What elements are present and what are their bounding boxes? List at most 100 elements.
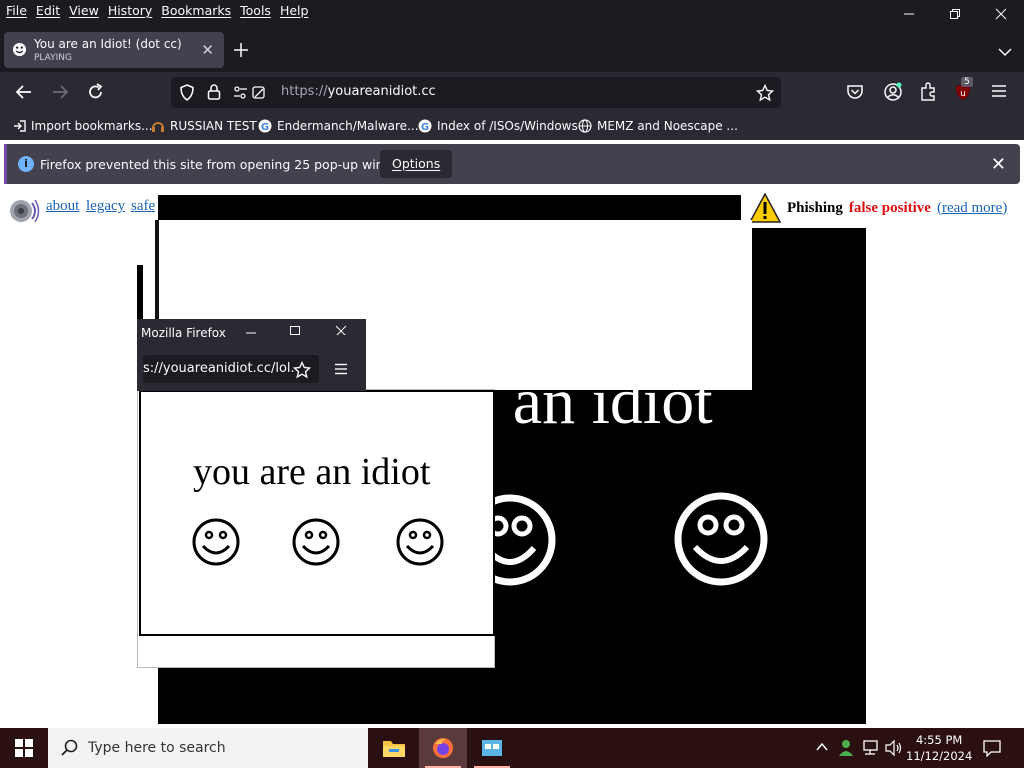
tab-active[interactable]: You are an Idiot! (dot cc) PLAYING ✕ [4, 32, 224, 68]
url-text[interactable]: https://youareanidiot.cc [281, 84, 436, 99]
arrow-left-icon [15, 85, 31, 99]
minimize-icon [904, 13, 914, 15]
bookmark-memz[interactable]: MEMZ and Noescape ... [578, 119, 738, 133]
menu-edit[interactable]: Edit [36, 3, 60, 18]
read-more-link[interactable]: (read more) [937, 200, 1007, 217]
bookmark-label: RUSSIAN TEST [170, 119, 257, 133]
menu-bar: File Edit View History Bookmarks Tools H… [0, 0, 1024, 24]
false-positive-label: false positive [848, 199, 931, 216]
shield-icon[interactable] [179, 84, 195, 102]
star-icon[interactable] [293, 361, 311, 379]
bookmark-endermanch[interactable]: G Endermanch/Malware... [258, 119, 419, 133]
web-page: about legacy safe Phishing false positiv… [0, 188, 1024, 728]
popup-close-button[interactable] [335, 323, 347, 339]
taskbar: Type here to search 4:55 PM 11/12/2024 [0, 728, 1024, 768]
start-button[interactable] [0, 728, 48, 768]
notifications-icon[interactable] [983, 739, 1001, 757]
tab-playing-label: PLAYING [34, 53, 72, 63]
info-icon: i [18, 156, 34, 172]
menu-history[interactable]: History [108, 3, 152, 18]
volume-icon[interactable] [885, 740, 903, 756]
new-tab-button[interactable] [234, 38, 248, 62]
back-button[interactable] [14, 82, 34, 102]
menu-file[interactable]: File [6, 3, 27, 18]
taskbar-search-box[interactable]: Type here to search [48, 728, 368, 768]
phishing-notice: Phishing false positive (read more) [749, 193, 1007, 223]
notification-message: Firefox prevented this site from opening… [40, 157, 420, 172]
menu-tools[interactable]: Tools [240, 3, 271, 18]
firefox-icon [433, 738, 453, 758]
import-icon [14, 120, 26, 132]
folder-icon [383, 741, 405, 757]
taskbar-firefox[interactable] [419, 728, 467, 768]
menu-view[interactable]: View [69, 3, 99, 18]
close-icon [335, 325, 347, 337]
minimize-icon [246, 332, 256, 334]
notification-close-icon[interactable]: ✕ [991, 154, 1006, 175]
navigation-toolbar: https://youareanidiot.cc u 5 [0, 72, 1024, 112]
permissions-icon[interactable] [233, 85, 267, 101]
smiley-icon [674, 492, 768, 586]
bookmark-label: Endermanch/Malware... [277, 119, 419, 133]
popup-window-black [158, 195, 741, 220]
forward-button[interactable] [50, 82, 70, 102]
idiot-text-large: e an idiot [467, 365, 713, 438]
bookmark-label: Index of /ISOs/Windows [437, 119, 578, 133]
menu-help[interactable]: Help [280, 3, 309, 18]
smiley-icon [292, 518, 340, 566]
svg-text:u: u [960, 89, 966, 99]
search-icon [61, 739, 78, 756]
hamburger-menu-icon[interactable] [991, 84, 1007, 98]
globe-icon [578, 119, 592, 133]
menu-bookmarks[interactable]: Bookmarks [161, 3, 231, 18]
phishing-label: Phishing [787, 199, 843, 216]
taskbar-file-explorer[interactable] [370, 728, 418, 768]
popup-minimize-button[interactable] [245, 323, 257, 339]
list-all-tabs-button[interactable] [998, 42, 1012, 61]
bookmark-import[interactable]: Import bookmarks... [12, 119, 153, 133]
lock-icon[interactable] [207, 83, 221, 101]
search-placeholder: Type here to search [88, 740, 226, 756]
url-scheme: https:// [281, 84, 328, 99]
safe-link[interactable]: safe [131, 198, 155, 215]
popup-maximize-button[interactable] [289, 323, 301, 339]
hamburger-menu-icon[interactable] [334, 363, 348, 375]
popup-blocked-notification: i Firefox prevented this site from openi… [4, 144, 1020, 184]
account-icon[interactable] [883, 82, 903, 102]
plus-icon [234, 43, 248, 57]
chevron-up-icon[interactable] [816, 742, 828, 752]
bookmark-russian-test[interactable]: RUSSIAN TEST [151, 119, 257, 133]
chevron-down-icon [998, 48, 1012, 57]
arrow-right-icon [53, 85, 69, 99]
google-favicon-icon: G [258, 119, 272, 133]
extensions-icon[interactable] [920, 82, 938, 102]
reload-icon [89, 83, 103, 99]
close-icon [995, 8, 1007, 20]
tab-title: You are an Idiot! (dot cc) [34, 37, 182, 51]
bookmark-index-isos[interactable]: G Index of /ISOs/Windows [418, 119, 578, 133]
app-window-icon [482, 740, 502, 756]
url-host: youareanidiot.cc [327, 84, 436, 99]
smiley-favicon-icon [12, 42, 27, 57]
options-button[interactable]: Options [380, 150, 453, 178]
legacy-link[interactable]: legacy [86, 198, 125, 215]
popup-title: Mozilla Firefox [141, 326, 226, 340]
tab-close-icon[interactable]: ✕ [201, 41, 214, 59]
pocket-icon[interactable] [846, 83, 864, 101]
speaker-icon[interactable] [6, 194, 40, 228]
url-bar[interactable]: https://youareanidiot.cc [171, 77, 781, 108]
about-link[interactable]: about [46, 198, 79, 215]
svg-text:G: G [421, 122, 429, 133]
network-icon[interactable] [862, 740, 880, 756]
headset-favicon-icon [152, 122, 164, 132]
maximize-icon [290, 326, 300, 335]
taskbar-app[interactable] [468, 728, 516, 768]
reload-button[interactable] [86, 82, 106, 102]
bookmarks-toolbar: Import bookmarks... RUSSIAN TEST G Ender… [0, 112, 1024, 140]
star-icon[interactable] [756, 84, 774, 102]
ublock-extension-button[interactable]: u 5 [953, 77, 975, 104]
taskbar-clock[interactable]: 4:55 PM 11/12/2024 [906, 732, 972, 764]
smiley-icon [396, 518, 444, 566]
notification-accent [4, 144, 7, 184]
user-tray-icon[interactable] [838, 739, 854, 757]
